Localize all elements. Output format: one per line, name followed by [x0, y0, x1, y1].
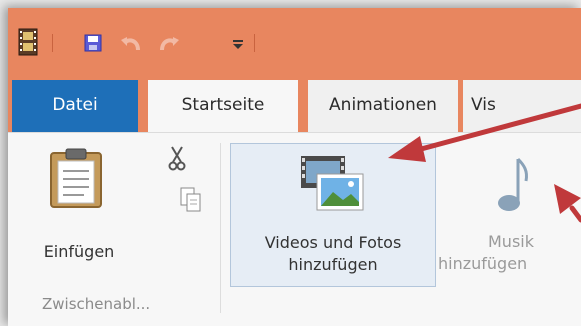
- toolbar-separator: [52, 34, 53, 52]
- app-window: Datei Startseite Animationen Vis Einfüge…: [8, 8, 581, 326]
- paste-label: Einfügen: [43, 242, 115, 261]
- copy-icon[interactable]: [180, 187, 202, 213]
- video-photo-icon: [301, 156, 364, 211]
- save-icon[interactable]: [84, 34, 102, 52]
- group-divider: [220, 143, 221, 313]
- clipboard-icon: [50, 148, 102, 208]
- add-music-label-1: Musik: [488, 232, 534, 251]
- tab-file[interactable]: Datei: [12, 80, 138, 132]
- undo-icon[interactable]: [120, 34, 142, 54]
- paste-button[interactable]: Einfügen: [14, 143, 144, 261]
- clipboard-group-label: Zwischenabl...: [42, 295, 151, 313]
- add-videos-photos-label-2: hinzufügen: [288, 255, 378, 274]
- tab-animations[interactable]: Animationen: [308, 80, 458, 132]
- ribbon-home: Einfügen Zwischenabl... Videos und Fotos…: [8, 132, 581, 326]
- music-note-icon: [498, 157, 528, 211]
- tab-visual-effects[interactable]: Vis: [463, 80, 581, 132]
- quick-access-toolbar: [8, 8, 581, 80]
- add-music-label-2: hinzufügen: [438, 254, 528, 273]
- toolbar-separator: [254, 34, 255, 52]
- add-music-button[interactable]: Musik hinzufügen: [438, 143, 581, 285]
- film-icon[interactable]: [18, 28, 38, 56]
- cut-icon[interactable]: [168, 145, 186, 171]
- ribbon-tabs: Datei Startseite Animationen Vis: [8, 80, 581, 134]
- tab-start[interactable]: Startseite: [148, 80, 298, 134]
- add-videos-photos-label-1: Videos und Fotos: [264, 233, 402, 252]
- customize-dropdown-icon[interactable]: [232, 38, 244, 50]
- add-videos-photos-button[interactable]: Videos und Fotos hinzufügen: [230, 143, 436, 287]
- redo-icon[interactable]: [158, 34, 180, 54]
